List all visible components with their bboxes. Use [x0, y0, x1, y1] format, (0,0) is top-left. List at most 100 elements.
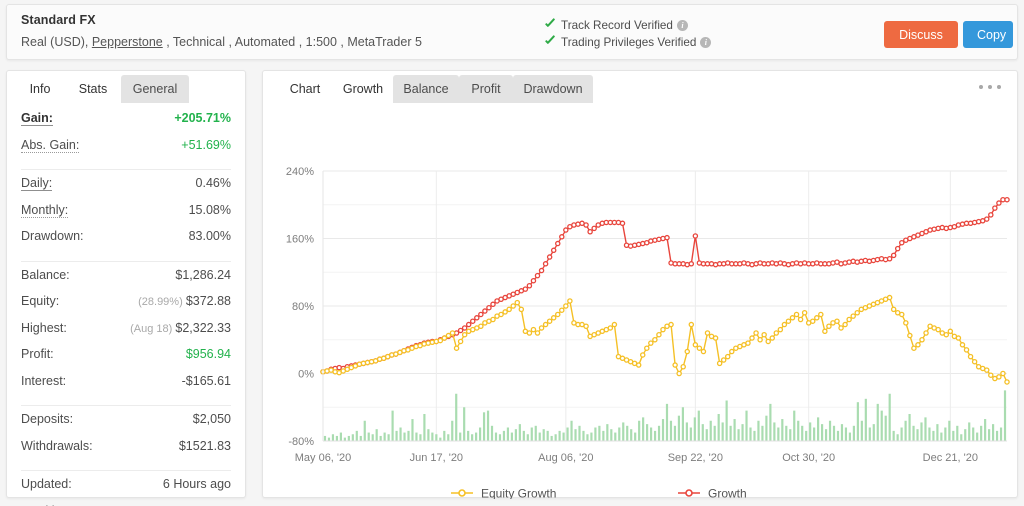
volume-bar	[705, 429, 708, 441]
volume-bar	[896, 434, 899, 441]
stat-label: Drawdown:	[21, 229, 84, 243]
stat-row: Withdrawals: $1521.83	[21, 439, 231, 466]
stat-label[interactable]: Abs. Gain:	[21, 138, 80, 153]
volume-bar	[717, 414, 720, 441]
info-icon[interactable]: i	[676, 20, 688, 31]
y-axis-tick-label: -80%	[288, 436, 314, 448]
volume-bar	[848, 432, 852, 441]
broker-link[interactable]: Pepperstone	[92, 35, 163, 49]
volume-bar	[451, 420, 454, 441]
chart-tab-profit[interactable]: Profit	[459, 75, 513, 103]
series-point	[919, 336, 925, 343]
volume-bar	[578, 425, 581, 441]
stats-tab-info[interactable]: Info	[15, 75, 65, 103]
stats-tab-general[interactable]: General	[121, 75, 189, 103]
info-icon[interactable]: i	[700, 37, 712, 48]
series-point	[563, 303, 569, 309]
volume-bar	[526, 434, 529, 441]
volume-bar	[498, 434, 502, 441]
series-point	[688, 321, 695, 328]
series-point	[465, 321, 472, 328]
x-axis-tick-label: Aug 06, '20	[538, 452, 593, 464]
legend-marker	[458, 489, 466, 497]
stat-row: Updated: 6 Hours ago	[21, 477, 231, 504]
volume-bar	[351, 434, 354, 441]
series-point	[474, 315, 480, 321]
chart-tab-growth[interactable]: Growth	[333, 75, 393, 103]
volume-bar	[323, 435, 327, 441]
volume-bar	[856, 402, 859, 441]
series-point	[899, 311, 905, 318]
series-point	[899, 239, 905, 246]
series-point	[656, 331, 662, 338]
volume-bar	[510, 432, 513, 441]
series-point	[684, 348, 691, 355]
copy-button[interactable]: Copy	[963, 21, 1013, 48]
volume-bar	[991, 424, 995, 441]
stat-row: Interest: -$165.61	[21, 374, 231, 401]
chart-tab-drawdown[interactable]: Drawdown	[513, 75, 593, 103]
series-point	[749, 335, 755, 341]
series-point	[482, 308, 488, 314]
legend-item-equity-growth[interactable]: Equity Growth	[451, 487, 556, 500]
volume-bar	[586, 434, 589, 441]
y-axis-tick-label: 0%	[298, 369, 314, 381]
volume-bar	[506, 427, 510, 441]
stat-label[interactable]: Gain:	[21, 111, 53, 126]
series-point	[814, 315, 820, 321]
series-point	[490, 316, 496, 323]
volume-bar	[737, 429, 740, 441]
x-axis-tick-label: Sep 22, '20	[668, 452, 723, 464]
series-point	[587, 229, 593, 235]
series-point	[550, 315, 557, 321]
series-point	[457, 338, 464, 345]
volume-bar	[367, 432, 370, 441]
series-point	[676, 370, 682, 377]
account-header: Standard FX Real (USD), Pepperstone , Te…	[6, 4, 1018, 60]
volume-bar	[721, 422, 724, 441]
series-point	[514, 299, 521, 306]
volume-bar	[327, 437, 331, 441]
legend-item-growth[interactable]: Growth	[678, 487, 747, 500]
series-point	[789, 315, 796, 321]
volume-bar	[872, 424, 875, 441]
discuss-button[interactable]: Discuss	[884, 21, 958, 48]
volume-bar	[550, 435, 553, 441]
volume-bar	[729, 425, 732, 441]
series-point	[441, 335, 448, 341]
series-point	[490, 301, 496, 308]
volume-bar	[980, 425, 983, 441]
volume-bar	[936, 424, 939, 441]
volume-bar	[391, 410, 394, 441]
series-point	[619, 220, 626, 227]
series-point	[648, 340, 654, 346]
chart-tab-chart[interactable]: Chart	[277, 75, 333, 103]
series-point	[911, 345, 917, 351]
volume-bar	[634, 432, 637, 441]
more-options-icon[interactable]	[979, 82, 1001, 92]
series-point	[984, 216, 990, 222]
volume-bar	[988, 429, 991, 441]
series-point	[478, 311, 484, 318]
series-point	[947, 328, 954, 335]
series-point	[886, 255, 893, 262]
volume-bar	[781, 419, 784, 441]
volume-bar	[455, 393, 458, 441]
series-point	[559, 307, 565, 313]
volume-bar	[542, 429, 545, 441]
volume-bar	[570, 420, 573, 441]
volume-bar	[467, 430, 470, 441]
series-point	[838, 325, 844, 331]
volume-bar	[347, 435, 350, 441]
series-point	[793, 311, 800, 318]
series-point	[700, 348, 707, 355]
volume-bar	[606, 424, 609, 441]
stats-tab-stats[interactable]: Stats	[65, 75, 121, 103]
series-point	[542, 321, 549, 328]
stat-label[interactable]: Daily:	[21, 176, 53, 191]
volume-bar	[665, 403, 669, 441]
volume-bar	[646, 424, 649, 441]
stat-label[interactable]: Monthly:	[21, 203, 69, 218]
series-point	[518, 306, 525, 313]
chart-tab-balance[interactable]: Balance	[393, 75, 459, 103]
